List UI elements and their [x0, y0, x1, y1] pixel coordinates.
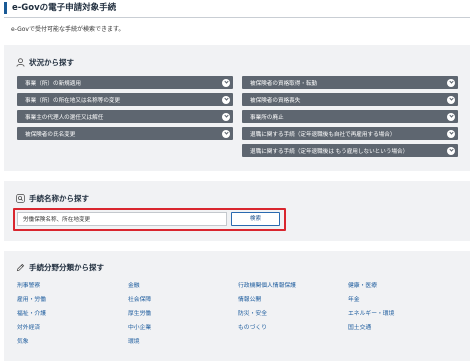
category-link[interactable]: 情報公開 [238, 294, 261, 303]
situation-heading-text: 状況から探す [29, 58, 74, 67]
chevron-down-icon [447, 95, 455, 104]
chevron-down-icon [447, 129, 455, 138]
situation-item-label: 被保険者の資格喪失 [250, 97, 301, 104]
chevron-down-icon [222, 112, 230, 121]
situation-item-label: 被保険者の氏名変更 [25, 131, 76, 138]
situation-item-retirement-no-rehire[interactable]: 退職に関する手続（定年退職後は もう雇用しないという場合） [242, 144, 458, 157]
situation-item-label: 事業所の廃止 [250, 114, 284, 121]
category-link[interactable]: 健康・医療 [348, 280, 377, 289]
chevron-down-icon [447, 112, 455, 121]
name-search-heading: 手続名称から探す [16, 193, 89, 204]
title-divider [4, 17, 470, 18]
situation-item-address-change[interactable]: 事業（所）の所在地又は名称等の変更 [17, 93, 233, 106]
chevron-down-icon [222, 129, 230, 138]
category-heading-text: 手続分野分類から探す [29, 263, 104, 272]
situation-item-label: 事業主の代理人の選任又は解任 [25, 114, 104, 121]
chevron-down-icon [447, 146, 455, 155]
category-link[interactable]: 国土交通 [348, 322, 371, 331]
search-button[interactable]: 検索 [231, 212, 280, 226]
situation-item-agent-appointment[interactable]: 事業主の代理人の選任又は解任 [17, 110, 233, 123]
situation-item-name-change[interactable]: 被保険者の氏名変更 [17, 127, 233, 140]
situation-item-label: 事業（所）の新規適用 [25, 80, 81, 87]
page-title: e-Govの電子申請対象手続 [12, 3, 117, 13]
situation-item-label: 被保険者の資格取得・転勤 [250, 80, 318, 87]
category-link[interactable]: 行政機関個人情報保護 [238, 280, 296, 289]
situation-item-office-closure[interactable]: 事業所の廃止 [242, 110, 458, 123]
category-link[interactable]: 金融 [128, 280, 140, 289]
category-link[interactable]: 社会保障 [128, 294, 151, 303]
situation-item-qualification-lost[interactable]: 被保険者の資格喪失 [242, 93, 458, 106]
intro-text: e-Govで受付可能な手続が検索できます。 [11, 26, 125, 33]
situation-heading: 状況から探す [16, 57, 74, 68]
category-link[interactable]: ものづくり [238, 322, 267, 331]
search-icon [16, 194, 25, 203]
category-link[interactable]: 厚生労働 [128, 308, 151, 317]
category-link[interactable]: 対外経済 [17, 322, 40, 331]
situation-item-label: 退職に関する手続（定年退職後も自社で再雇用する場合） [250, 131, 396, 138]
pencil-icon [16, 263, 25, 272]
situation-item-qualification-acquired[interactable]: 被保険者の資格取得・転勤 [242, 76, 458, 89]
name-search-heading-text: 手続名称から探す [29, 194, 89, 203]
chevron-down-icon [222, 78, 230, 87]
procedure-name-input[interactable] [17, 212, 227, 226]
situation-panel: 状況から探す 事業（所）の新規適用 事業（所）の所在地又は名称等の変更 事業主の… [4, 45, 470, 171]
category-link[interactable]: 気象 [17, 336, 29, 345]
situation-item-label: 退職に関する手続（定年退職後は もう雇用しないという場合） [250, 148, 409, 155]
category-link[interactable]: 環境 [128, 336, 140, 345]
person-icon [16, 58, 25, 67]
category-link[interactable]: 刑事警察 [17, 280, 40, 289]
situation-item-retirement-rehire[interactable]: 退職に関する手続（定年退職後も自社で再雇用する場合） [242, 127, 458, 140]
chevron-down-icon [222, 95, 230, 104]
category-link[interactable]: 雇用・労働 [17, 294, 46, 303]
category-link[interactable]: 福祉・介護 [17, 308, 46, 317]
category-link[interactable]: 中小企業 [128, 322, 151, 331]
chevron-down-icon [447, 78, 455, 87]
category-link[interactable]: 防災・安全 [238, 308, 267, 317]
page-title-bar: e-Govの電子申請対象手続 [4, 2, 470, 14]
category-panel: 手続分野分類から探す [4, 251, 470, 361]
category-heading: 手続分野分類から探す [16, 262, 104, 273]
situation-item-label: 事業（所）の所在地又は名称等の変更 [25, 97, 121, 104]
situation-item-new-application[interactable]: 事業（所）の新規適用 [17, 76, 233, 89]
category-link[interactable]: 年金 [348, 294, 360, 303]
category-link[interactable]: エネルギー・環境 [348, 308, 394, 317]
